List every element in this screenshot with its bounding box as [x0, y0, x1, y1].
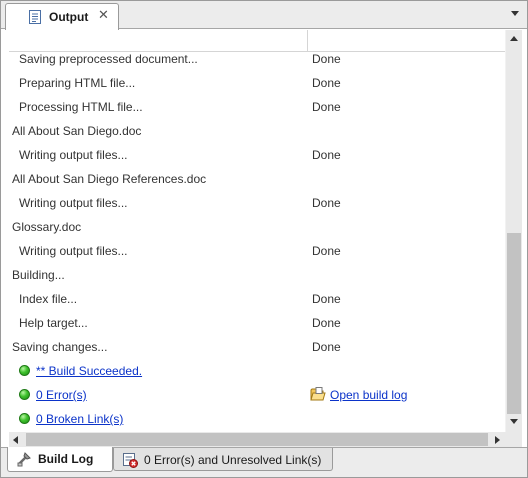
log-status: Done [312, 196, 341, 210]
log-status: Done [312, 292, 341, 306]
scroll-left-icon[interactable] [13, 436, 18, 444]
horizontal-scroll-thumb[interactable] [26, 433, 488, 446]
log-message: Writing output files... [19, 148, 128, 162]
tab-errors-label: 0 Error(s) and Unresolved Link(s) [144, 453, 322, 467]
log-message: All About San Diego References.doc [12, 172, 207, 186]
close-icon[interactable]: ✕ [98, 8, 109, 22]
chevron-down-icon[interactable] [511, 11, 519, 16]
log-row: Saving changes... Done [9, 335, 505, 359]
tab-errors[interactable]: 0 Error(s) and Unresolved Link(s) [113, 448, 333, 471]
bottom-tab-strip: Build Log 0 Error(s) and Unresolved Link… [1, 447, 527, 477]
summary-row-errors: 0 Error(s) Open build log [9, 383, 505, 407]
log-row: Writing output files... Done [9, 239, 505, 263]
vertical-scroll-thumb[interactable] [507, 233, 521, 414]
output-window: Output ✕ Saving preprocessed document...… [0, 0, 528, 478]
scroll-up-icon[interactable] [510, 36, 518, 41]
log-row: Glossary.doc [9, 215, 505, 239]
log-message: Writing output files... [19, 196, 128, 210]
open-build-log-link[interactable]: Open build log [330, 388, 407, 402]
build-log-icon [17, 452, 31, 467]
log-message: All About San Diego.doc [12, 124, 142, 138]
log-message: Building... [12, 268, 65, 282]
document-tab-strip: Output ✕ [1, 1, 527, 30]
log-row: Writing output files... Done [9, 143, 505, 167]
success-dot-icon [19, 413, 30, 424]
log-status: Done [312, 148, 341, 162]
success-dot-icon [19, 389, 30, 400]
summary-row-build: ** Build Succeeded. [9, 359, 505, 383]
log-status: Done [312, 244, 341, 258]
log-row: Help target... Done [9, 311, 505, 335]
build-succeeded-link[interactable]: ** Build Succeeded. [36, 364, 142, 378]
log-rows: Saving preprocessed document... Done Pre… [9, 47, 505, 431]
log-message: Preparing HTML file... [19, 76, 136, 90]
tab-output[interactable]: Output ✕ [5, 3, 119, 30]
log-row: Preparing HTML file... Done [9, 71, 505, 95]
open-folder-icon [310, 387, 326, 401]
summary-row-links: 0 Broken Link(s) [9, 407, 505, 431]
broken-links-link[interactable]: 0 Broken Link(s) [36, 412, 123, 426]
errors-link[interactable]: 0 Error(s) [36, 388, 87, 402]
log-status: Done [312, 340, 341, 354]
error-list-icon [123, 453, 138, 468]
log-row: All About San Diego References.doc [9, 167, 505, 191]
success-dot-icon [19, 365, 30, 376]
log-message: Processing HTML file... [19, 100, 143, 114]
build-log-list: Saving preprocessed document... Done Pre… [9, 30, 505, 432]
log-row: Index file... Done [9, 287, 505, 311]
log-row: All About San Diego.doc [9, 119, 505, 143]
log-row: Processing HTML file... Done [9, 95, 505, 119]
scroll-right-icon[interactable] [495, 436, 500, 444]
log-status: Done [312, 100, 341, 114]
log-message: Saving changes... [12, 340, 108, 354]
vertical-scrollbar[interactable] [505, 30, 522, 432]
log-message: Help target... [19, 316, 88, 330]
document-icon [29, 10, 41, 24]
log-status: Done [312, 76, 341, 90]
log-row: Building... [9, 263, 505, 287]
scrollbar-corner [505, 432, 522, 447]
log-row: Writing output files... Done [9, 191, 505, 215]
log-status: Done [312, 316, 341, 330]
tab-build-log-label: Build Log [38, 452, 94, 466]
log-message: Index file... [19, 292, 78, 306]
horizontal-scrollbar[interactable] [9, 432, 505, 447]
tab-output-label: Output [49, 10, 89, 24]
scroll-down-icon[interactable] [510, 419, 518, 424]
log-row: Saving preprocessed document... Done [9, 47, 505, 71]
log-message: Glossary.doc [12, 220, 82, 234]
log-message: Saving preprocessed document... [19, 52, 198, 66]
tab-build-log[interactable]: Build Log [7, 447, 113, 472]
log-message: Writing output files... [19, 244, 128, 258]
log-status: Done [312, 52, 341, 66]
